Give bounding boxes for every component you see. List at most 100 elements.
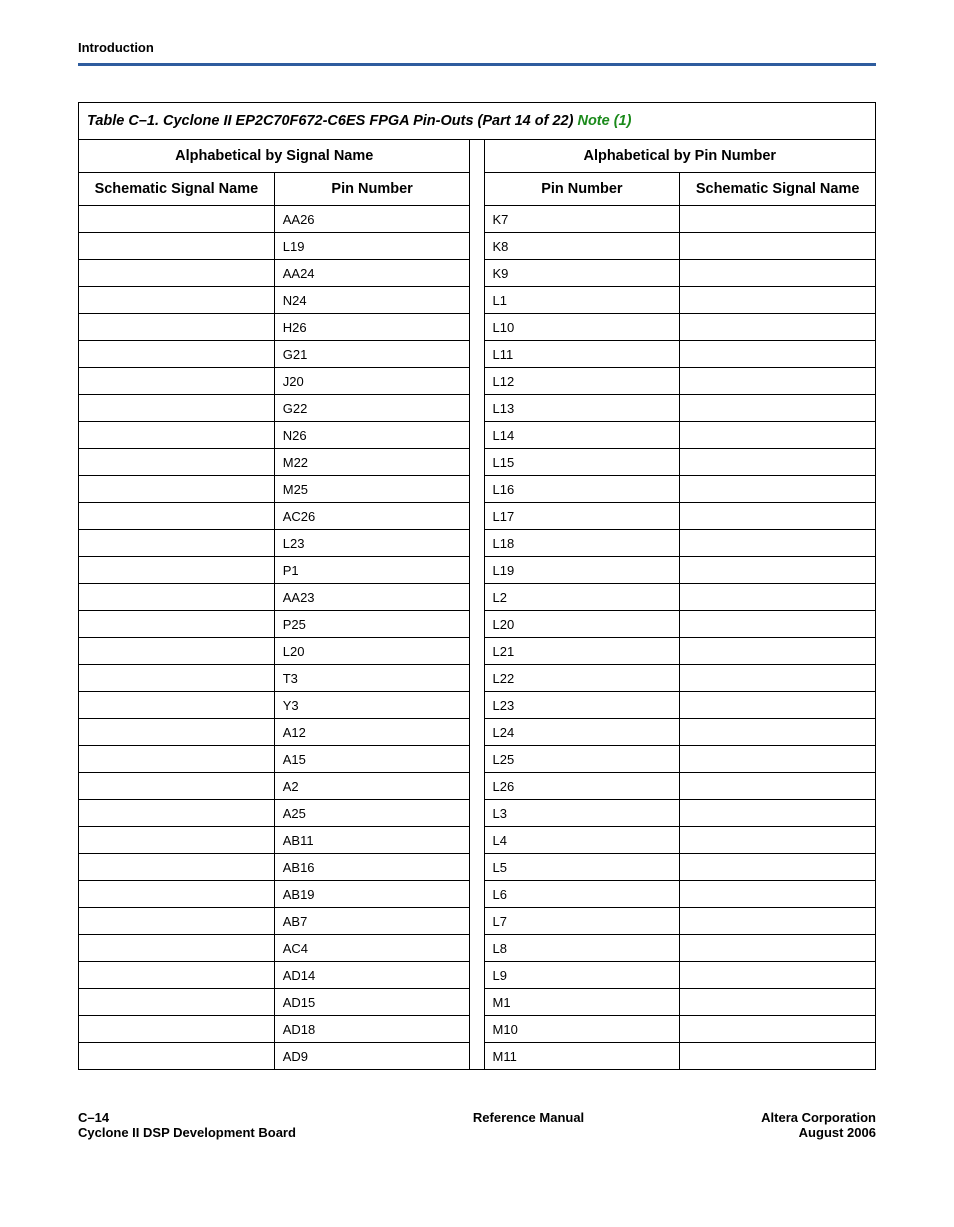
pinout-table: Table C–1. Cyclone II EP2C70F672-C6ES FP…: [78, 102, 876, 1070]
cell-schematic-left: [79, 1043, 275, 1070]
cell-schematic-left: [79, 287, 275, 314]
spacer: [470, 395, 484, 422]
spacer: [470, 881, 484, 908]
cell-pin-left: A2: [274, 773, 470, 800]
cell-schematic-right: [680, 476, 876, 503]
spacer: [470, 611, 484, 638]
cell-schematic-right: [680, 908, 876, 935]
cell-pin-left: AC4: [274, 935, 470, 962]
col-header-pin-right: Pin Number: [484, 173, 680, 206]
cell-schematic-right: [680, 800, 876, 827]
spacer: [470, 140, 484, 173]
cell-schematic-left: [79, 962, 275, 989]
cell-schematic-left: [79, 881, 275, 908]
table-caption-text: Table C–1. Cyclone II EP2C70F672-C6ES FP…: [87, 113, 577, 129]
cell-schematic-left: [79, 719, 275, 746]
cell-schematic-right: [680, 611, 876, 638]
table-row: A15L25: [79, 746, 876, 773]
table-row: A12L24: [79, 719, 876, 746]
spacer: [470, 827, 484, 854]
cell-schematic-right: [680, 368, 876, 395]
cell-schematic-left: [79, 692, 275, 719]
cell-schematic-right: [680, 530, 876, 557]
spacer: [470, 422, 484, 449]
spacer: [470, 935, 484, 962]
table-row: AC4 L8: [79, 935, 876, 962]
spacer: [470, 719, 484, 746]
cell-schematic-right: [680, 260, 876, 287]
table-row: M25L16: [79, 476, 876, 503]
table-row: A25L3: [79, 800, 876, 827]
spacer: [470, 1043, 484, 1070]
cell-schematic-left: [79, 827, 275, 854]
cell-pin-right: L8: [484, 935, 680, 962]
spacer: [470, 584, 484, 611]
cell-schematic-left: [79, 341, 275, 368]
cell-pin-left: AD18: [274, 1016, 470, 1043]
table-row: L19K8: [79, 233, 876, 260]
table-data-body: AA26K7L19K8AA24K9N24L1H26L10G21L11J20L12…: [79, 206, 876, 1070]
cell-schematic-left: [79, 908, 275, 935]
table-row: T3L22: [79, 665, 876, 692]
cell-schematic-right: [680, 1016, 876, 1043]
spacer: [470, 173, 484, 206]
cell-pin-right: L22: [484, 665, 680, 692]
spacer: [470, 989, 484, 1016]
spacer: [470, 692, 484, 719]
cell-pin-right: L6: [484, 881, 680, 908]
cell-pin-left: Y3: [274, 692, 470, 719]
footer-center: Reference Manual: [473, 1110, 584, 1140]
table-row: N24L1: [79, 287, 876, 314]
cell-pin-right: L15: [484, 449, 680, 476]
spacer: [470, 908, 484, 935]
spacer: [470, 476, 484, 503]
cell-pin-right: M11: [484, 1043, 680, 1070]
spacer: [470, 503, 484, 530]
cell-schematic-right: [680, 449, 876, 476]
cell-schematic-left: [79, 800, 275, 827]
table-row: AC26L17: [79, 503, 876, 530]
footer-date: August 2006: [799, 1125, 876, 1140]
cell-pin-left: N24: [274, 287, 470, 314]
cell-pin-right: L20: [484, 611, 680, 638]
cell-pin-right: L14: [484, 422, 680, 449]
cell-pin-left: AB11: [274, 827, 470, 854]
cell-schematic-right: [680, 1043, 876, 1070]
cell-schematic-left: [79, 1016, 275, 1043]
cell-pin-right: L16: [484, 476, 680, 503]
spacer: [470, 1016, 484, 1043]
spacer: [470, 746, 484, 773]
table-row: AB16L5: [79, 854, 876, 881]
spacer: [470, 341, 484, 368]
cell-pin-left: P25: [274, 611, 470, 638]
table-row: H26L10: [79, 314, 876, 341]
cell-schematic-right: [680, 206, 876, 233]
spacer: [470, 638, 484, 665]
cell-schematic-left: [79, 638, 275, 665]
cell-pin-left: AA23: [274, 584, 470, 611]
cell-schematic-left: [79, 557, 275, 584]
table-row: AD15M1: [79, 989, 876, 1016]
cell-pin-left: AA24: [274, 260, 470, 287]
cell-schematic-left: [79, 665, 275, 692]
cell-schematic-right: [680, 746, 876, 773]
table-row: AB19L6: [79, 881, 876, 908]
cell-pin-left: AB7: [274, 908, 470, 935]
spacer: [470, 773, 484, 800]
table-row: AD14L9: [79, 962, 876, 989]
cell-schematic-left: [79, 233, 275, 260]
cell-schematic-right: [680, 287, 876, 314]
table-row: L20L21: [79, 638, 876, 665]
table-row: N26L14: [79, 422, 876, 449]
cell-pin-right: L25: [484, 746, 680, 773]
cell-pin-right: L2: [484, 584, 680, 611]
table-row: G22L13: [79, 395, 876, 422]
cell-pin-left: G21: [274, 341, 470, 368]
table-row: AD9M11: [79, 1043, 876, 1070]
cell-pin-right: L11: [484, 341, 680, 368]
note-link[interactable]: Note (1): [577, 113, 631, 129]
cell-pin-right: L5: [484, 854, 680, 881]
spacer: [470, 449, 484, 476]
section-header: Introduction: [78, 40, 876, 55]
cell-pin-right: L17: [484, 503, 680, 530]
